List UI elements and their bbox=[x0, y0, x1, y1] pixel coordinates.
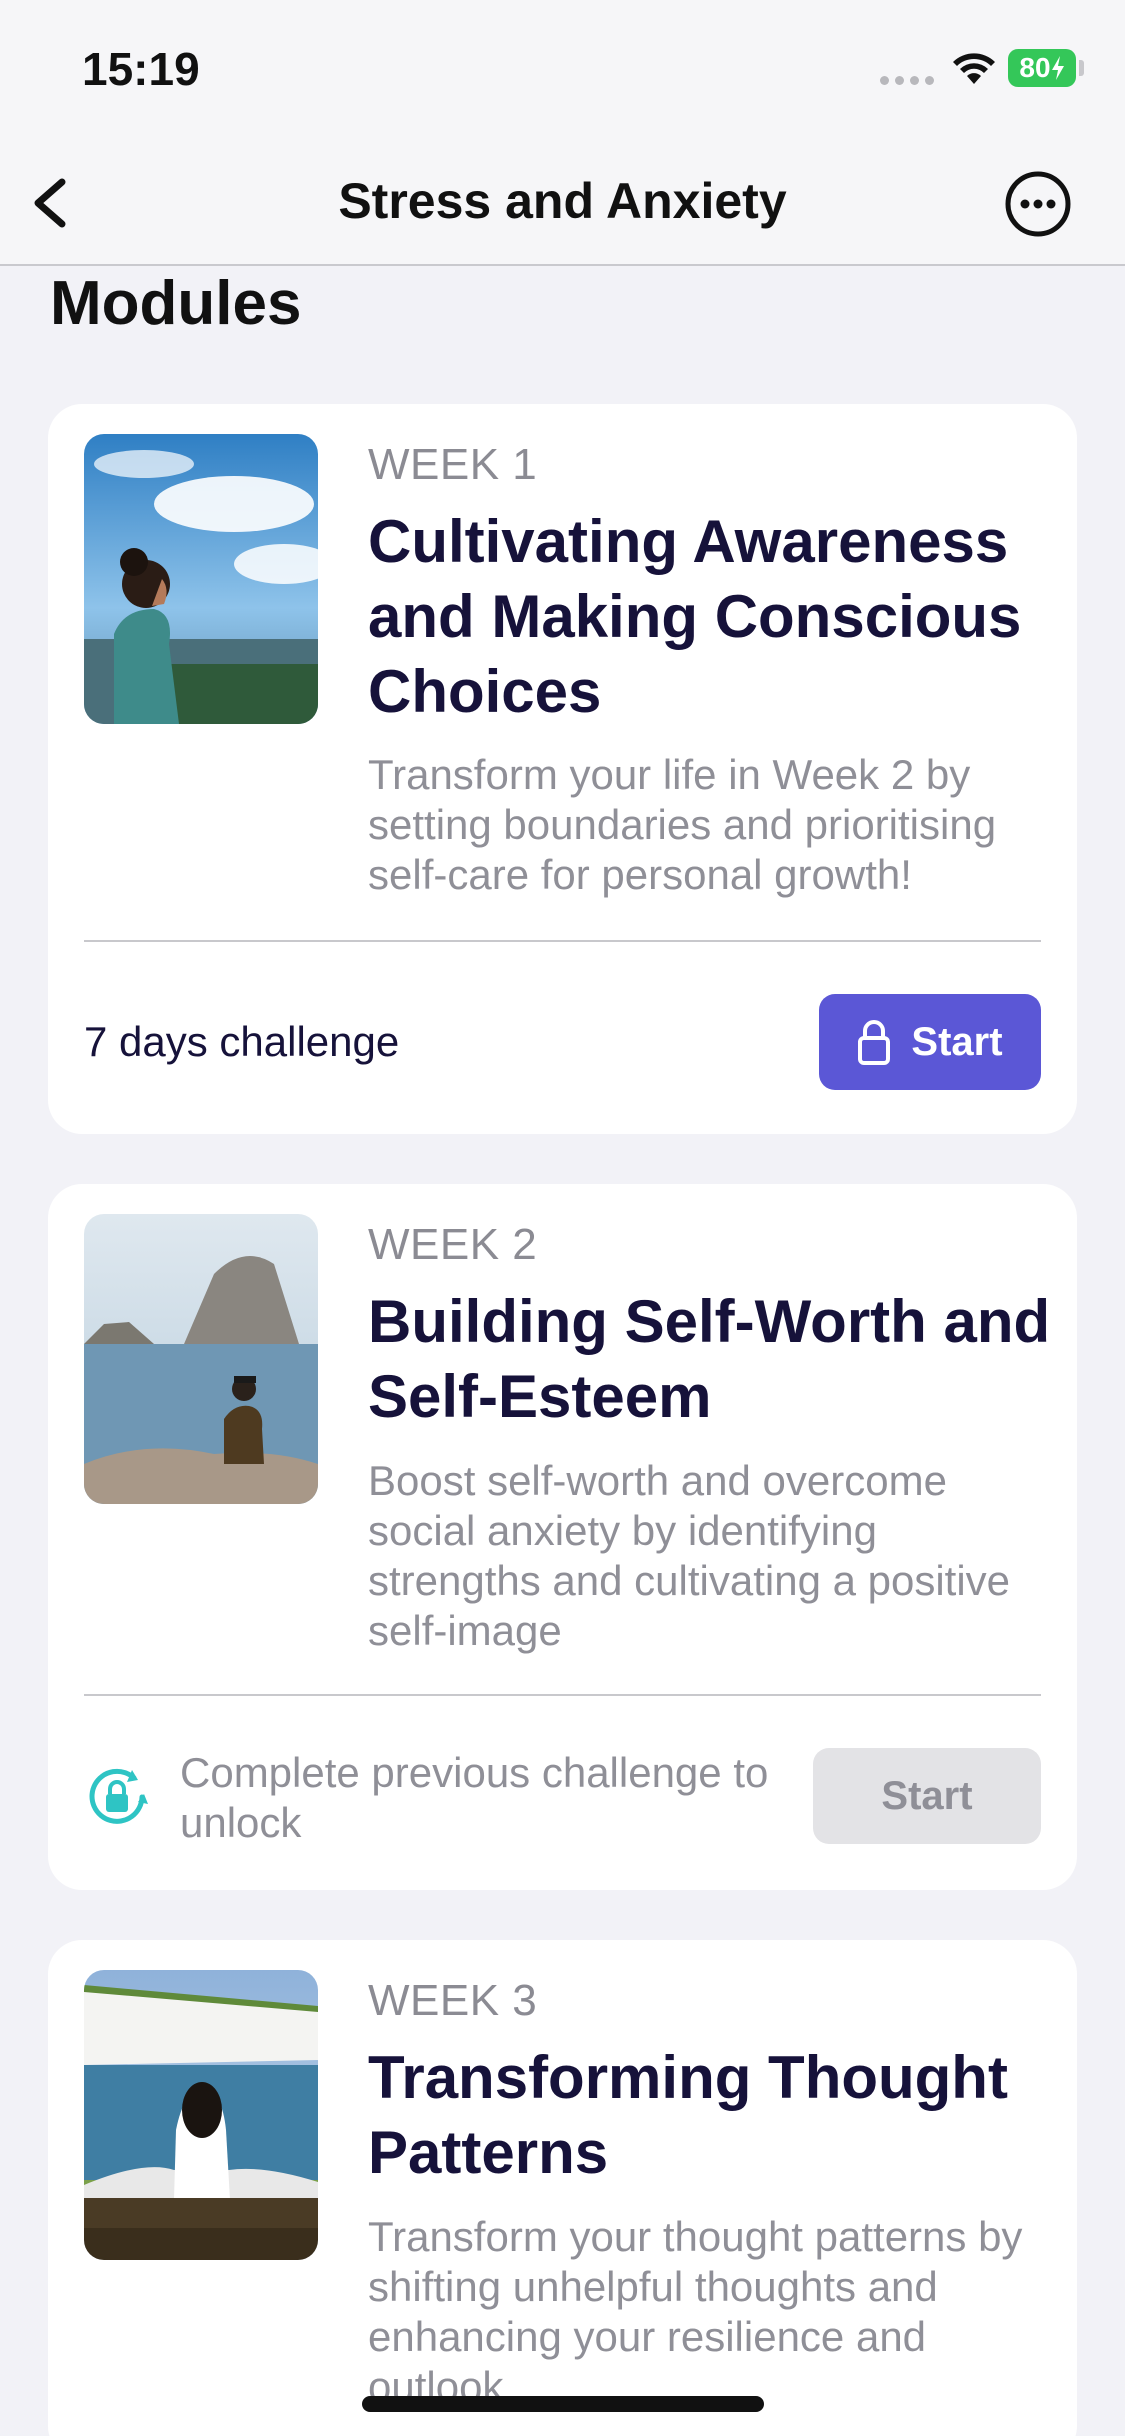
module-thumbnail bbox=[84, 434, 318, 724]
page-title: Stress and Anxiety bbox=[338, 173, 787, 229]
status-bar: 15:19 80 bbox=[0, 0, 1125, 140]
module-week-label: WEEK 1 bbox=[368, 440, 538, 489]
battery-tip bbox=[1079, 60, 1084, 76]
module-thumbnail bbox=[84, 1214, 318, 1504]
module-card-week-2[interactable]: WEEK 2 Building Self-Worth and Self-Este… bbox=[48, 1184, 1077, 1890]
start-button-label: Start bbox=[881, 1773, 973, 1818]
navigation-bar: Stress and Anxiety bbox=[0, 140, 1125, 266]
module-card-week-3[interactable]: WEEK 3 Transforming Thought Patterns Tra… bbox=[48, 1940, 1077, 2436]
status-time: 15:19 bbox=[82, 43, 200, 95]
start-button-disabled[interactable]: Start bbox=[813, 1748, 1041, 1844]
challenge-duration: 7 days challenge bbox=[84, 1018, 400, 1065]
module-description: Transform your life in Week 2 by setting… bbox=[368, 751, 997, 898]
cellular-signal-icon bbox=[880, 76, 934, 85]
module-week-label: WEEK 2 bbox=[368, 1220, 538, 1269]
card-divider bbox=[84, 1694, 1041, 1696]
unlock-hint: Complete previous challenge to unlock bbox=[180, 1749, 769, 1846]
start-button[interactable]: Start bbox=[819, 994, 1041, 1090]
module-description: Transform your thought patterns by shift… bbox=[368, 2213, 1023, 2410]
battery-level: 80 bbox=[1019, 52, 1051, 83]
module-title: Cultivating Awareness and Making Conscio… bbox=[368, 508, 1022, 725]
locked-cycle-icon bbox=[89, 1768, 148, 1824]
charging-bolt-icon bbox=[1051, 56, 1064, 80]
lock-icon bbox=[858, 1020, 891, 1065]
section-title: Modules bbox=[50, 269, 302, 338]
more-options-button[interactable] bbox=[1004, 170, 1072, 238]
module-thumbnail bbox=[84, 1970, 318, 2260]
battery-icon: 80 bbox=[1008, 49, 1076, 87]
module-card-week-1[interactable]: WEEK 1 Cultivating Awareness and Making … bbox=[48, 404, 1077, 1134]
module-description: Boost self-worth and overcome social anx… bbox=[368, 1457, 1011, 1654]
module-title: Transforming Thought Patterns bbox=[368, 2044, 1008, 2186]
start-button-label: Start bbox=[911, 1019, 1003, 1064]
module-title: Building Self-Worth and Self-Esteem bbox=[368, 1288, 1051, 1430]
home-indicator[interactable] bbox=[362, 2396, 764, 2412]
card-divider bbox=[84, 940, 1041, 942]
module-week-label: WEEK 3 bbox=[368, 1976, 538, 2025]
wifi-icon bbox=[953, 53, 995, 84]
